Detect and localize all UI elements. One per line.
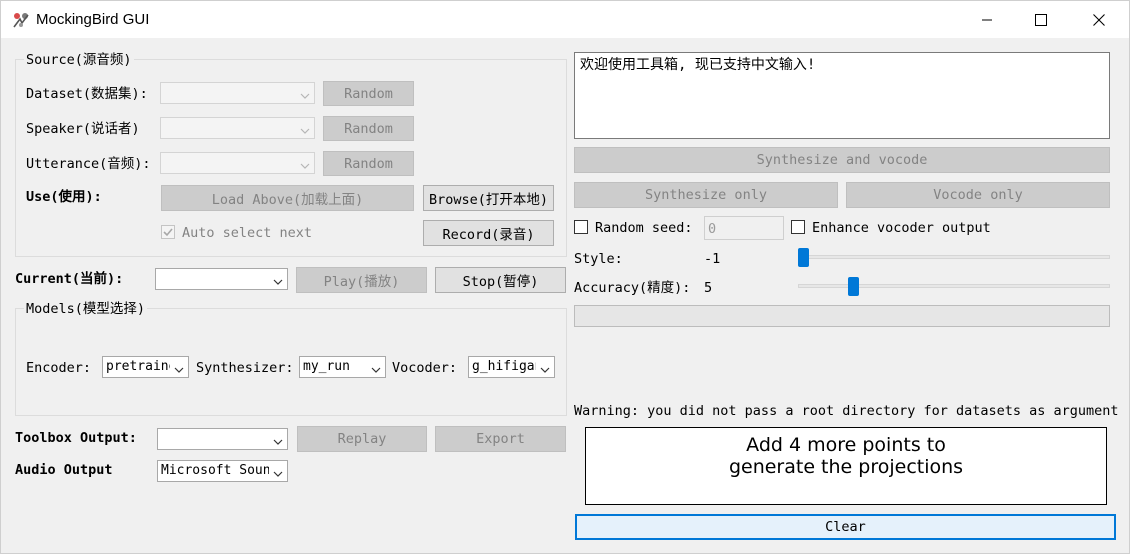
close-icon [1093,13,1105,26]
audio-output-label: Audio Output [15,462,113,478]
chevron-down-icon [273,435,283,445]
vocoder-label: Vocoder: [392,360,458,376]
random-seed-value: 0 [708,221,717,237]
synthesize-and-vocode-button[interactable]: Synthesize and vocode [574,147,1110,173]
speaker-label: Speaker(说话者) [26,121,140,137]
utterance-random-button[interactable]: Random [323,151,414,176]
browse-button[interactable]: Browse(打开本地) [423,185,554,211]
accuracy-label: Accuracy(精度): [574,280,691,296]
encoder-label: Encoder: [26,360,92,376]
style-slider-handle[interactable] [798,248,809,267]
vocoder-value: g_hifigan [472,359,536,374]
stop-button[interactable]: Stop(暂停) [435,267,566,293]
synthesizer-value: my_run [303,359,350,374]
load-above-button[interactable]: Load Above(加载上面) [161,185,414,211]
random-seed-label: Random seed: [595,220,693,236]
synthesizer-label: Synthesizer: [196,360,294,376]
dataset-random-button[interactable]: Random [323,81,414,106]
chevron-down-icon [540,363,550,373]
utterance-label: Utterance(音频): [26,156,151,172]
chevron-down-icon [371,363,381,373]
auto-select-checkbox[interactable] [161,225,175,239]
record-button[interactable]: Record(录音) [423,220,554,246]
vocoder-select[interactable]: g_hifigan [468,356,555,378]
clear-button[interactable]: Clear [575,514,1116,540]
encoder-value: pretrained [106,359,170,374]
title-bar[interactable]: MockingBird GUI [1,1,1129,38]
play-button[interactable]: Play(播放) [296,267,427,293]
toolbox-output-label: Toolbox Output: [15,430,137,446]
random-seed-input[interactable]: 0 [704,216,784,240]
maximize-button[interactable] [1018,1,1064,38]
progress-bar [574,305,1110,327]
chevron-down-icon [300,89,310,99]
chevron-down-icon [273,467,283,477]
projections-plot: Add 4 more points to generate the projec… [585,427,1107,505]
accuracy-slider-handle[interactable] [848,277,859,296]
style-slider-track[interactable] [798,255,1110,259]
audio-output-select[interactable]: Microsoft Sound Mapper [157,460,288,482]
export-button[interactable]: Export [435,426,566,452]
window-title: MockingBird GUI [36,11,150,28]
minimize-button[interactable] [964,1,1010,38]
style-label: Style: [574,251,623,267]
toolbox-output-select[interactable] [157,428,288,450]
accuracy-slider-track[interactable] [798,284,1110,288]
current-label: Current(当前): [15,271,124,287]
projections-message-line1: Add 4 more points to [746,434,946,456]
text-input-value: 欢迎使用工具箱, 现已支持中文输入! [580,57,816,73]
synthesize-only-button[interactable]: Synthesize only [574,182,838,208]
chevron-down-icon [300,159,310,169]
checkmark-icon [163,228,173,237]
encoder-select[interactable]: pretrained [102,356,189,378]
projections-message-line2: generate the projections [728,456,964,478]
dataset-select[interactable] [160,82,315,104]
close-button[interactable] [1076,1,1122,38]
replay-button[interactable]: Replay [297,426,427,452]
random-seed-checkbox[interactable] [574,220,588,234]
audio-output-value: Microsoft Sound Mapper [161,463,269,478]
use-label: Use(使用): [26,189,102,205]
accuracy-value: 5 [704,280,713,296]
vocode-only-button[interactable]: Vocode only [846,182,1110,208]
auto-select-label: Auto select next [182,225,313,241]
models-group-title: Models(模型选择) [24,301,148,317]
synthesizer-select[interactable]: my_run [299,356,386,378]
current-select[interactable] [155,268,288,290]
speaker-select[interactable] [160,117,315,139]
mockingbird-logo-icon [12,11,30,29]
maximize-icon [1035,13,1047,26]
source-group-title: Source(源音频) [24,52,134,68]
warning-text: Warning: you did not pass a root directo… [574,403,1119,419]
style-value: -1 [704,251,721,267]
chevron-down-icon [273,275,283,285]
main-window: MockingBird GUI Source(源音频) Dataset(数据集)… [0,0,1130,554]
speaker-random-button[interactable]: Random [323,116,414,141]
utterance-select[interactable] [160,152,315,174]
dataset-label: Dataset(数据集): [26,86,148,102]
enhance-vocoder-checkbox[interactable] [791,220,805,234]
text-input-area[interactable]: 欢迎使用工具箱, 现已支持中文输入! [574,52,1110,139]
minimize-icon [981,14,993,26]
enhance-vocoder-label: Enhance vocoder output [812,220,991,236]
chevron-down-icon [174,363,184,373]
chevron-down-icon [300,124,310,134]
